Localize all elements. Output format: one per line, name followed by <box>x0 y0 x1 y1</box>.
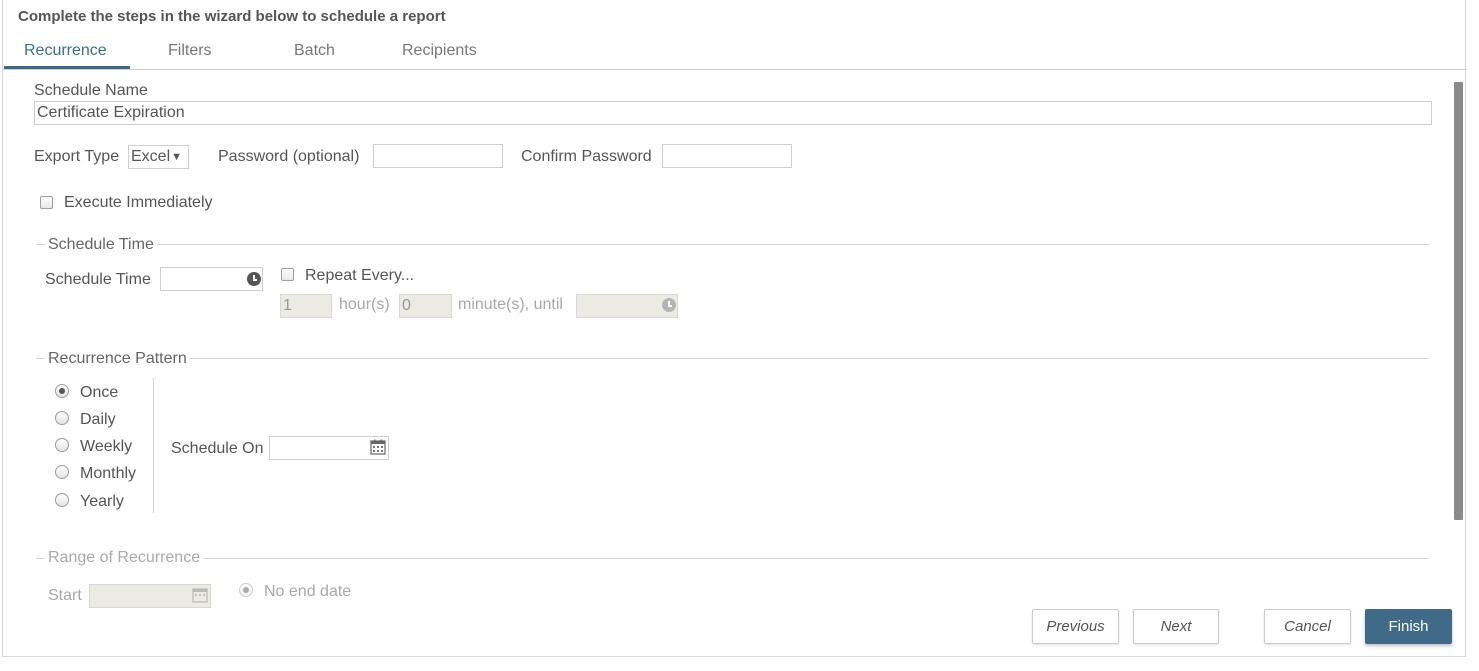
radio-yearly-label: Yearly <box>80 493 124 510</box>
repeat-minutes-input[interactable] <box>399 294 452 318</box>
schedule-name-label: Schedule Name <box>34 82 148 99</box>
previous-button[interactable]: Previous <box>1032 609 1119 644</box>
tab-recipients[interactable]: Recipients <box>402 42 477 60</box>
password-label: Password (optional) <box>218 148 360 165</box>
radio-monthly[interactable] <box>55 465 69 479</box>
tab-batch[interactable]: Batch <box>294 42 335 60</box>
hours-label: hour(s) <box>339 296 390 313</box>
execute-immediately-label: Execute Immediately <box>64 194 213 211</box>
range-of-recurrence-legend: Range of Recurrence <box>45 549 204 567</box>
dropdown-caret-icon: ▼ <box>171 151 183 163</box>
schedule-time-label: Schedule Time <box>45 271 151 288</box>
wizard-panel: Complete the steps in the wizard below t… <box>2 0 1467 657</box>
radio-monthly-label: Monthly <box>80 465 137 482</box>
recurrence-pattern-divider <box>36 358 1429 359</box>
export-type-value: Excel <box>131 148 171 165</box>
radio-yearly[interactable] <box>55 493 69 507</box>
active-tab-indicator <box>4 66 130 69</box>
execute-immediately-checkbox[interactable] <box>40 196 53 209</box>
radio-daily-label: Daily <box>80 411 116 428</box>
tab-recurrence[interactable]: Recurrence <box>24 42 107 60</box>
schedule-on-label: Schedule On <box>171 440 264 457</box>
no-end-date-label: No end date <box>264 583 352 600</box>
start-label: Start <box>48 587 82 604</box>
repeat-hours-input[interactable] <box>280 294 332 318</box>
radio-no-end-date[interactable] <box>239 583 253 597</box>
tab-filters[interactable]: Filters <box>168 42 212 60</box>
finish-button[interactable]: Finish <box>1365 609 1452 644</box>
radio-weekly[interactable] <box>55 438 69 452</box>
confirm-password-input[interactable] <box>662 144 792 168</box>
repeat-every-label: Repeat Every... <box>305 267 415 284</box>
password-input[interactable] <box>373 144 503 168</box>
schedule-time-legend: Schedule Time <box>45 236 157 254</box>
pattern-divider <box>153 378 154 513</box>
until-clock-icon <box>662 298 676 312</box>
radio-once[interactable] <box>55 384 69 398</box>
confirm-password-label: Confirm Password <box>521 148 652 165</box>
start-calendar-icon <box>192 588 208 603</box>
radio-once-label: Once <box>80 384 119 401</box>
export-type-select[interactable]: Excel▼ <box>128 145 189 169</box>
schedule-time-divider <box>36 244 1429 245</box>
recurrence-pattern-legend: Recurrence Pattern <box>45 350 190 368</box>
export-type-label: Export Type <box>34 148 120 165</box>
radio-daily[interactable] <box>55 411 69 425</box>
wizard-tabs: Recurrence Filters Batch Recipients <box>3 36 1467 70</box>
wizard-title: Complete the steps in the wizard below t… <box>18 8 446 25</box>
repeat-every-checkbox[interactable] <box>281 268 294 281</box>
radio-weekly-label: Weekly <box>80 438 133 455</box>
content-scrollbar-thumb[interactable] <box>1454 82 1463 520</box>
clock-icon[interactable] <box>247 272 261 286</box>
calendar-icon[interactable] <box>370 439 386 455</box>
next-button[interactable]: Next <box>1133 609 1219 644</box>
cancel-button[interactable]: Cancel <box>1264 609 1351 644</box>
minutes-until-label: minute(s), until <box>458 296 563 313</box>
range-divider <box>36 558 1429 559</box>
schedule-name-input[interactable] <box>34 101 1432 125</box>
